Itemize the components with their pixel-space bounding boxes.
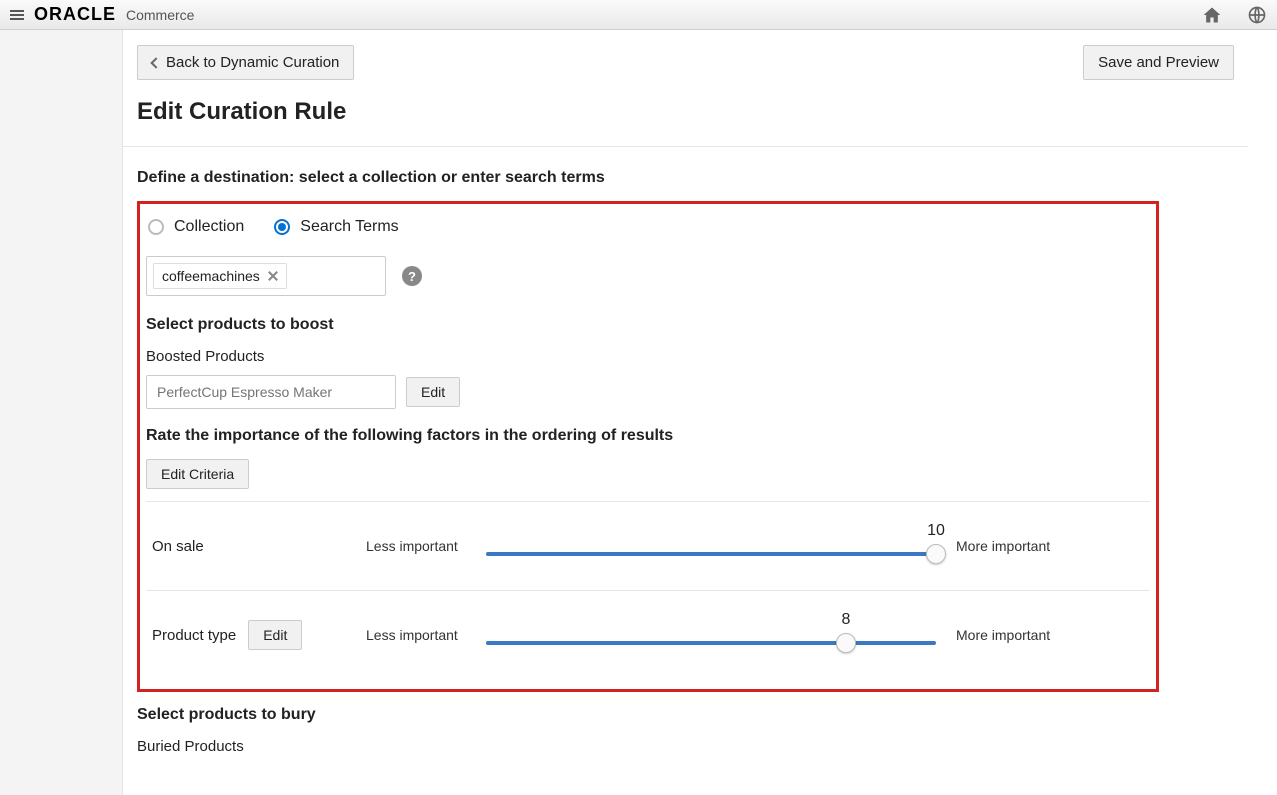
boosted-products-input[interactable]: [146, 375, 396, 409]
factor-row: On sale Less important 10 More important: [146, 501, 1150, 590]
slider-thumb[interactable]: [836, 633, 856, 653]
boost-sub-label: Boosted Products: [146, 348, 1150, 365]
boost-edit-label: Edit: [421, 384, 445, 400]
back-button-label: Back to Dynamic Curation: [166, 54, 339, 71]
factor-name-label: On sale: [152, 538, 204, 555]
search-term-chip-label: coffeemachines: [162, 268, 260, 284]
main-content: Back to Dynamic Curation Save and Previe…: [122, 30, 1277, 795]
edit-criteria-button[interactable]: Edit Criteria: [146, 459, 249, 489]
radio-collection-label: Collection: [174, 218, 244, 236]
home-icon[interactable]: [1202, 5, 1222, 25]
radio-collection[interactable]: Collection: [148, 218, 244, 236]
page-title: Edit Curation Rule: [137, 98, 1234, 126]
importance-slider[interactable]: 10: [486, 526, 936, 566]
slider-value: 10: [927, 522, 945, 540]
brand-logo: ORACLE: [34, 4, 116, 25]
boost-edit-button[interactable]: Edit: [406, 377, 460, 407]
globe-icon[interactable]: [1247, 5, 1267, 25]
menu-icon[interactable]: [10, 10, 24, 20]
bury-sub-label: Buried Products: [137, 738, 1234, 755]
search-term-chip: coffeemachines: [153, 263, 287, 289]
highlight-region: Collection Search Terms coffeemachines: [137, 201, 1159, 692]
top-bar: ORACLE Commerce: [0, 0, 1277, 30]
factor-row: Product typeEditLess important8More impo…: [146, 590, 1150, 679]
slider-value: 8: [842, 611, 851, 629]
radio-icon: [274, 219, 290, 235]
slider-thumb[interactable]: [926, 544, 946, 564]
more-important-label: More important: [956, 538, 1056, 554]
factor-name: On sale: [146, 538, 346, 555]
left-gutter: [0, 30, 122, 795]
radio-search-terms[interactable]: Search Terms: [274, 218, 398, 236]
topbar-actions: [1202, 5, 1267, 25]
boost-section-title: Select products to boost: [146, 316, 1150, 334]
title-divider: [123, 146, 1248, 147]
remove-chip-icon[interactable]: [268, 271, 278, 281]
search-terms-input[interactable]: coffeemachines: [146, 256, 386, 296]
back-button[interactable]: Back to Dynamic Curation: [137, 45, 354, 80]
factors-list: On sale Less important 10 More important Pro…: [146, 501, 1150, 679]
save-preview-button[interactable]: Save and Preview: [1083, 45, 1234, 80]
destination-section-title: Define a destination: select a collectio…: [137, 169, 1234, 187]
radio-search-terms-label: Search Terms: [300, 218, 398, 236]
factor-edit-button[interactable]: Edit: [248, 620, 302, 650]
less-important-label: Less important: [366, 538, 466, 554]
chevron-left-icon: [150, 57, 161, 68]
destination-radio-group: Collection Search Terms: [146, 218, 1150, 236]
importance-slider[interactable]: 8: [486, 615, 936, 655]
rating-section-title: Rate the importance of the following fac…: [146, 427, 1150, 445]
save-preview-label: Save and Preview: [1098, 54, 1219, 71]
brand-subtitle: Commerce: [126, 7, 194, 23]
bury-section-title: Select products to bury: [137, 706, 1234, 724]
slider-track: [486, 552, 936, 556]
slider-track: [486, 641, 936, 645]
radio-icon: [148, 219, 164, 235]
factor-name: Product typeEdit: [146, 620, 346, 650]
edit-criteria-label: Edit Criteria: [161, 466, 234, 482]
help-icon[interactable]: ?: [402, 266, 422, 286]
